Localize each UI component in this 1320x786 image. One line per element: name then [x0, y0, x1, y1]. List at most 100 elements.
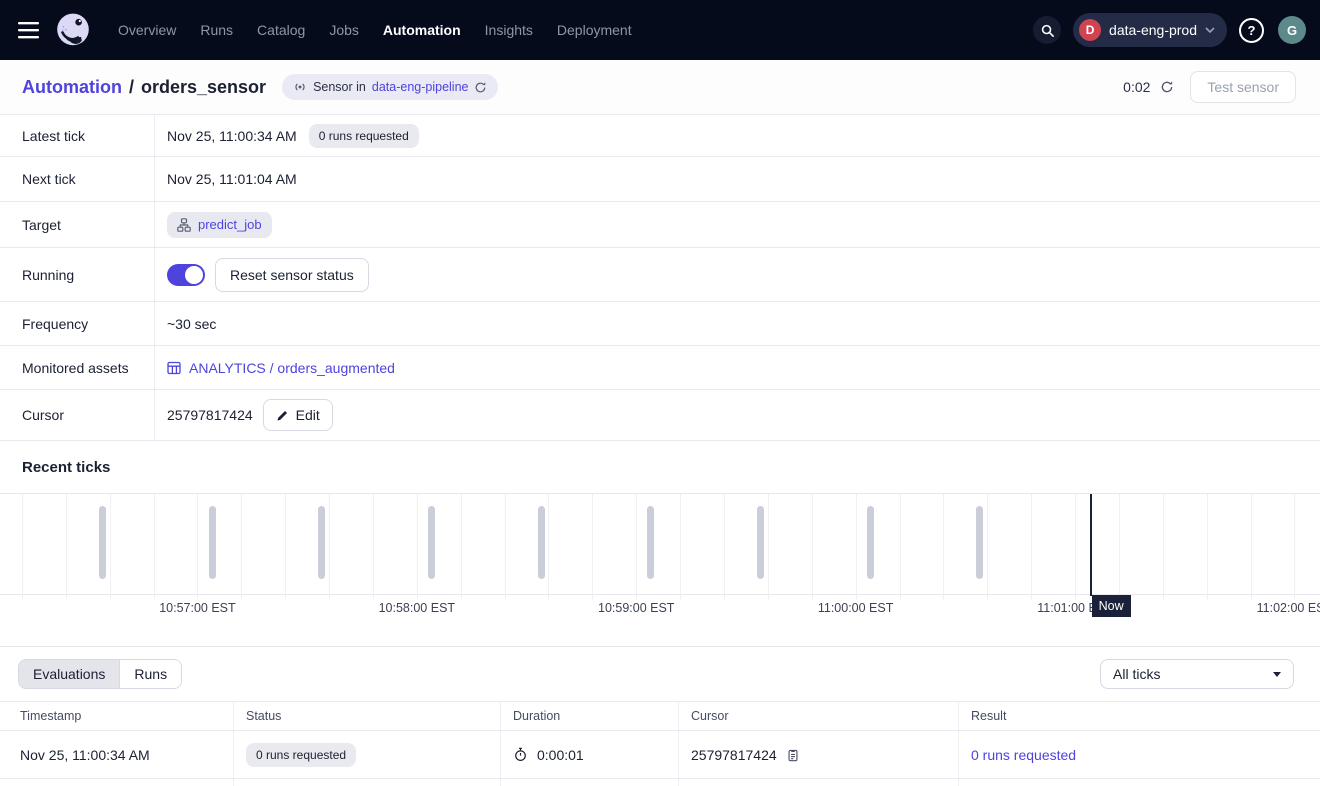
timeline-gridline: [812, 494, 813, 600]
nav-item-catalog[interactable]: Catalog: [257, 22, 305, 38]
refresh-icon[interactable]: [1160, 80, 1174, 94]
tick-bar[interactable]: [976, 506, 983, 579]
nav-item-overview[interactable]: Overview: [118, 22, 176, 38]
col-duration: Duration: [500, 702, 678, 730]
status-badge: 0 runs requested: [246, 743, 356, 767]
job-icon: [177, 218, 191, 232]
tick-bar[interactable]: [538, 506, 545, 579]
tick-filter-value: All ticks: [1113, 666, 1160, 682]
search-button[interactable]: [1033, 16, 1061, 44]
nav-item-jobs[interactable]: Jobs: [329, 22, 359, 38]
tick-bar[interactable]: [647, 506, 654, 579]
now-badge: Now: [1092, 595, 1131, 617]
frequency-label: Frequency: [0, 302, 155, 345]
sensor-details: Latest tick Nov 25, 11:00:34 AM 0 runs r…: [0, 115, 1320, 441]
row-running: Running Reset sensor status: [0, 248, 1320, 302]
axis-label: 11:00:00 EST: [818, 601, 894, 615]
sensor-badge-text: Sensor in: [313, 80, 366, 94]
timeline-gridline: [1075, 494, 1076, 600]
timeline-gridline: [1251, 494, 1252, 600]
monitored-asset-link[interactable]: ANALYTICS / orders_augmented: [167, 360, 395, 376]
table-row: Nov 25, 11:00:34 AM 0 runs requested 0:0…: [0, 731, 1320, 779]
row-cursor: Cursor 25797817424 Edit: [0, 390, 1320, 441]
cell-timestamp: Nov 25, 11:00:34 AM: [0, 731, 233, 778]
timeline-gridline: [110, 494, 111, 600]
tick-bar[interactable]: [99, 506, 106, 579]
dagster-logo-icon[interactable]: [54, 11, 92, 49]
timeline-gridline: [548, 494, 549, 600]
axis-label: 10:57:00 EST: [159, 601, 235, 615]
tick-bar[interactable]: [757, 506, 764, 579]
cell-result-link[interactable]: 0 runs requested: [971, 747, 1076, 763]
header-actions: 0:02 Test sensor: [1123, 71, 1296, 103]
axis-label: 11:02:00 EST: [1257, 601, 1320, 615]
timeline-gridline: [724, 494, 725, 600]
nav-item-runs[interactable]: Runs: [200, 22, 233, 38]
timeline-gridline: [505, 494, 506, 600]
nav-item-deployment[interactable]: Deployment: [557, 22, 632, 38]
test-sensor-button[interactable]: Test sensor: [1190, 71, 1296, 103]
repo-link[interactable]: data-eng-pipeline: [372, 80, 469, 94]
timeline-gridline: [1294, 494, 1295, 600]
running-toggle[interactable]: [167, 264, 205, 286]
toggle-knob: [185, 266, 203, 284]
breadcrumb-automation[interactable]: Automation: [22, 77, 122, 98]
col-status: Status: [233, 702, 500, 730]
evaluations-toolbar: Evaluations Runs All ticks: [0, 646, 1320, 701]
stopwatch-icon: [513, 747, 528, 762]
timeline-gridline: [417, 494, 418, 600]
cursor-label: Cursor: [0, 390, 155, 440]
table-header-row: Timestamp Status Duration Cursor Result: [0, 701, 1320, 731]
row-frequency: Frequency ~30 sec: [0, 302, 1320, 346]
timeline-gridline: [373, 494, 374, 600]
search-icon: [1040, 23, 1055, 38]
col-cursor: Cursor: [678, 702, 958, 730]
timeline-gridline: [66, 494, 67, 600]
tick-bar[interactable]: [867, 506, 874, 579]
frequency-value: ~30 sec: [167, 316, 216, 332]
timeline-gridline: [987, 494, 988, 600]
nav-item-automation[interactable]: Automation: [383, 22, 461, 38]
row-monitored-assets: Monitored assets ANALYTICS / orders_augm…: [0, 346, 1320, 390]
workspace-name: data-eng-prod: [1109, 22, 1197, 38]
timeline-gridline: [1031, 494, 1032, 600]
hamburger-menu-icon[interactable]: [18, 22, 40, 39]
nav-item-insights[interactable]: Insights: [485, 22, 533, 38]
chevron-down-icon: [1205, 27, 1215, 33]
copy-clipboard-icon[interactable]: [786, 748, 800, 762]
row-target: Target predict_job: [0, 202, 1320, 248]
tick-bar[interactable]: [318, 506, 325, 579]
timeline-gridline: [329, 494, 330, 600]
timeline-gridline: [768, 494, 769, 600]
axis-label: 10:59:00 EST: [598, 601, 674, 615]
now-marker-line: [1090, 494, 1092, 596]
row-latest-tick: Latest tick Nov 25, 11:00:34 AM 0 runs r…: [0, 115, 1320, 157]
edit-cursor-button[interactable]: Edit: [263, 399, 333, 431]
target-job-chip[interactable]: predict_job: [167, 212, 272, 238]
timeline-gridline: [1119, 494, 1120, 600]
help-button[interactable]: ?: [1239, 18, 1264, 43]
next-tick-label: Next tick: [0, 157, 155, 201]
timeline-gridline: [856, 494, 857, 600]
tab-evaluations[interactable]: Evaluations: [19, 660, 119, 688]
cursor-value: 25797817424: [167, 407, 253, 423]
sensor-location-badge: Sensor in data-eng-pipeline: [282, 74, 498, 100]
next-tick-value: Nov 25, 11:01:04 AM: [167, 171, 297, 187]
timeline-gridline: [1163, 494, 1164, 600]
tick-filter-select[interactable]: All ticks: [1100, 659, 1294, 689]
ticks-timeline: 10:57:00 EST10:58:00 EST10:59:00 EST11:0…: [0, 493, 1320, 646]
latest-tick-runs-tag: 0 runs requested: [309, 124, 419, 148]
cell-duration: 0:00:01: [537, 747, 584, 763]
workspace-avatar: D: [1079, 19, 1101, 41]
timeline-gridline: [241, 494, 242, 600]
workspace-switcher[interactable]: D data-eng-prod: [1073, 13, 1227, 47]
tick-bar[interactable]: [209, 506, 216, 579]
tick-bar[interactable]: [428, 506, 435, 579]
edit-cursor-label: Edit: [296, 407, 320, 423]
timeline-gridline: [592, 494, 593, 600]
reset-sensor-status-button[interactable]: Reset sensor status: [215, 258, 369, 292]
user-avatar[interactable]: G: [1278, 16, 1306, 44]
recent-ticks-header: Recent ticks: [0, 441, 1320, 493]
tab-runs[interactable]: Runs: [119, 660, 181, 688]
reload-repo-icon[interactable]: [474, 81, 487, 94]
